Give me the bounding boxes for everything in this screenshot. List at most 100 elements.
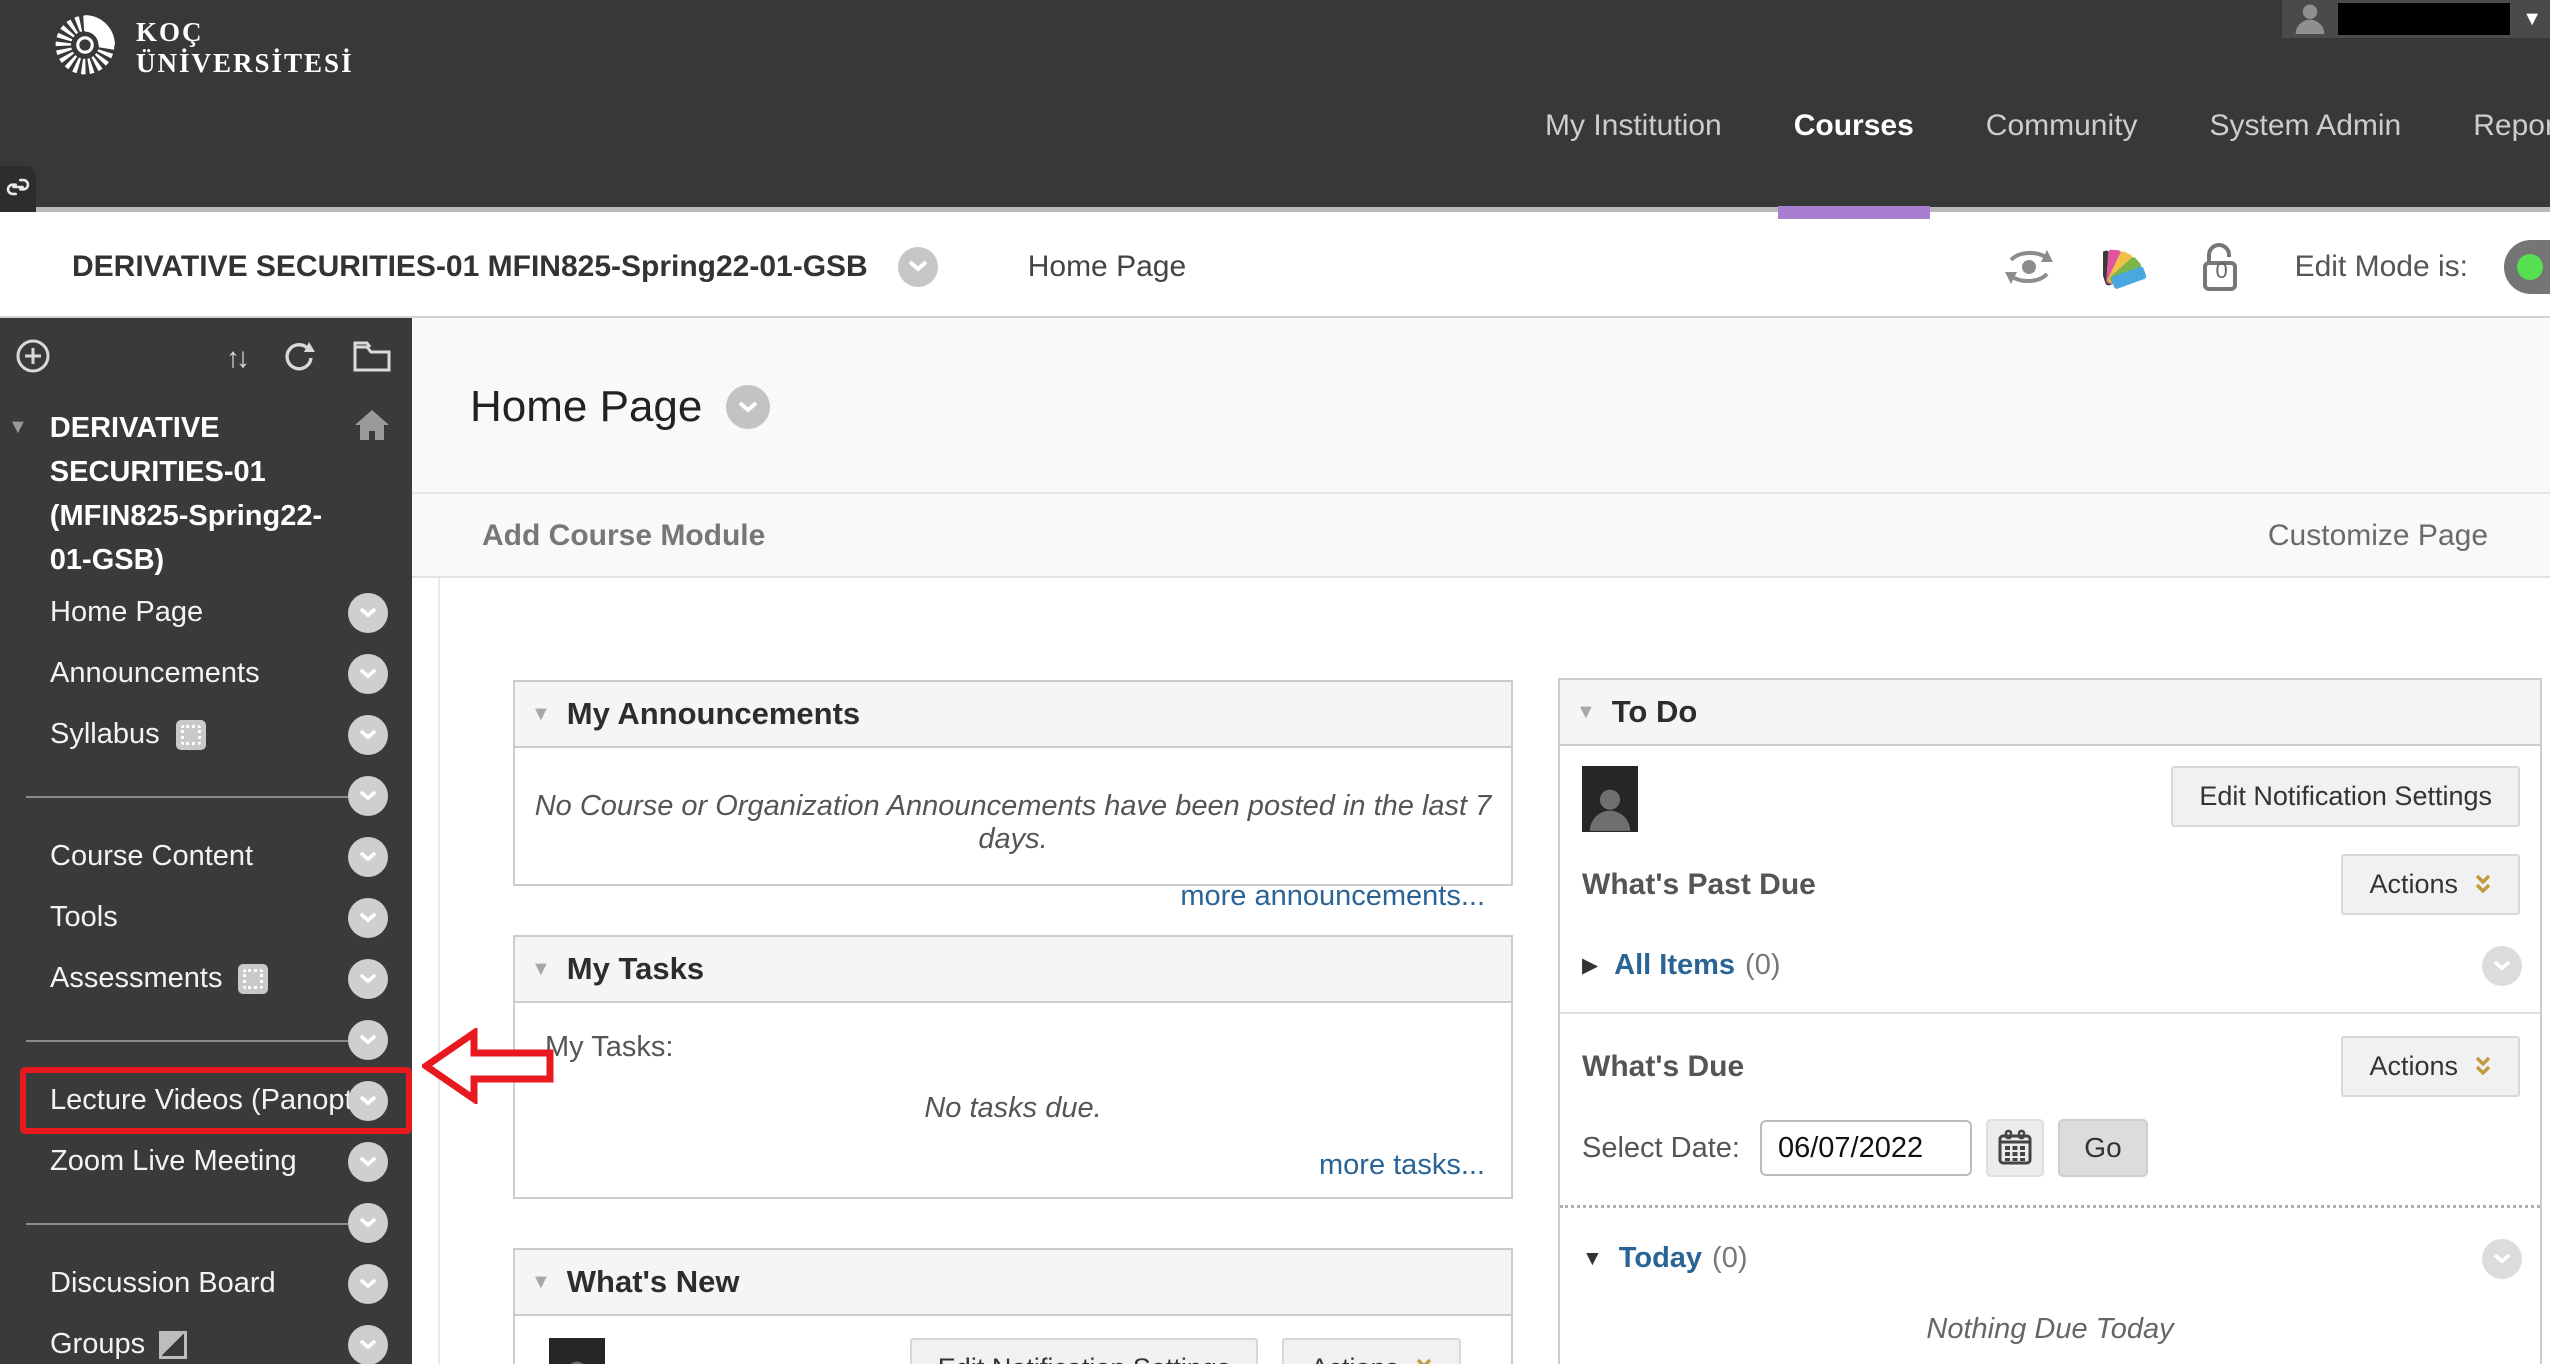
edit-mode-on-dot <box>2517 253 2543 280</box>
divider-options-chevron[interactable] <box>348 1019 388 1060</box>
expand-triangle-icon: ▶ <box>1582 954 1599 977</box>
tab-system-admin[interactable]: System Admin <box>2209 109 2401 143</box>
today-count: (0) <box>1712 1242 1748 1274</box>
collapse-triangle-icon: ▼ <box>531 957 551 980</box>
date-input[interactable] <box>1759 1120 1972 1176</box>
sidebar-item-label: Syllabus <box>50 718 160 750</box>
university-logo[interactable]: KOÇ ÜNİVERSİTESİ <box>52 12 354 83</box>
sidebar-item-home-page[interactable]: Home Page <box>0 582 412 643</box>
more-tasks-link[interactable]: more tasks... <box>515 1149 1511 1182</box>
sidebar-item-announcements[interactable]: Announcements <box>0 643 412 704</box>
item-options-chevron[interactable] <box>348 1324 388 1364</box>
home-icon <box>352 406 392 582</box>
sidebar-item-lecture-videos-panopto[interactable]: Lecture Videos (Panopto) <box>0 1067 412 1134</box>
edit-notification-settings-button[interactable]: Edit Notification Settings <box>909 1338 1259 1364</box>
tab-courses[interactable]: Courses <box>1777 109 1930 219</box>
sidebar-item-label: Course Content <box>50 840 254 872</box>
breadcrumb-current-page: Home Page <box>1027 249 1187 283</box>
hidden-content-icon <box>238 963 269 994</box>
quick-links-tab[interactable] <box>0 166 36 212</box>
row-options-chevron[interactable] <box>2482 1238 2522 1279</box>
my-tasks-module: ▼ My Tasks My Tasks: No tasks due. more … <box>513 935 1513 1199</box>
course-title: DERIVATIVE SECURITIES-01 MFIN825-Spring2… <box>72 249 868 283</box>
go-button[interactable]: Go <box>2057 1119 2148 1177</box>
menu-divider <box>0 765 412 826</box>
content-header-strip: Home Page Add Course Module Customize Pa… <box>412 318 2550 578</box>
collapse-triangle-icon: ▼ <box>1582 1246 1603 1270</box>
row-options-chevron[interactable] <box>2482 945 2522 986</box>
hidden-tool-icon <box>159 1330 188 1359</box>
item-options-chevron[interactable] <box>348 714 388 755</box>
sidebar-item-discussion-board[interactable]: Discussion Board <box>0 1253 412 1314</box>
red-annotation-arrow <box>419 1026 554 1106</box>
sidebar-course-name: DERIVATIVE SECURITIES-01 (MFIN825-Spring… <box>49 412 323 576</box>
reorder-menu-icon[interactable]: ↑↓ <box>226 342 250 374</box>
user-avatar <box>1582 766 1638 832</box>
sidebar-item-course-content[interactable]: Course Content <box>0 826 412 887</box>
user-menu-caret-icon: ▼ <box>2522 7 2542 30</box>
dotted-divider <box>1560 1205 2540 1208</box>
user-avatar-icon <box>2294 0 2326 39</box>
page-title-chevron[interactable] <box>726 385 771 429</box>
tab-my-institution[interactable]: My Institution <box>1545 109 1722 143</box>
item-options-chevron[interactable] <box>348 958 388 999</box>
tab-report[interactable]: Report <box>2473 109 2550 143</box>
page-title-row: Home Page <box>470 382 771 432</box>
divider-options-chevron[interactable] <box>348 775 388 816</box>
today-row[interactable]: ▼ Today (0) <box>1582 1238 2522 1279</box>
module-header[interactable]: ▼ What's New <box>515 1250 1511 1316</box>
collapse-triangle-icon: ▼ <box>531 702 551 725</box>
add-course-module-button[interactable]: Add Course Module <box>482 519 765 553</box>
module-header[interactable]: ▼ To Do <box>1560 680 2540 746</box>
add-menu-item-icon[interactable] <box>14 337 52 380</box>
lock-count: 0 <box>2215 257 2228 283</box>
item-options-chevron[interactable] <box>348 1141 388 1182</box>
module-header[interactable]: ▼ My Tasks <box>515 937 1511 1003</box>
divider-options-chevron[interactable] <box>348 1202 388 1243</box>
sidebar-item-groups[interactable]: Groups <box>0 1314 412 1364</box>
sidebar-item-assessments[interactable]: Assessments <box>0 948 412 1009</box>
actions-button[interactable]: Actions <box>2341 854 2520 915</box>
all-items-row[interactable]: ▶ All Items (0) <box>1582 945 2522 986</box>
actions-button[interactable]: Actions <box>2341 1036 2520 1097</box>
item-options-chevron[interactable] <box>348 653 388 694</box>
sidebar-item-label: Discussion Board <box>50 1267 276 1299</box>
double-chevron-down-icon <box>1416 1358 1432 1364</box>
sidebar-item-label: Assessments <box>50 962 223 994</box>
item-options-chevron[interactable] <box>348 592 388 633</box>
student-preview-icon[interactable] <box>2003 246 2055 288</box>
item-options-chevron[interactable] <box>348 1263 388 1304</box>
sidebar-item-syllabus[interactable]: Syllabus <box>0 704 412 765</box>
sidebar-item-label: Tools <box>50 901 118 933</box>
user-avatar <box>549 1338 605 1364</box>
to-do-module: ▼ To Do Edit Notification Settings What'… <box>1558 678 2542 1364</box>
today-link[interactable]: Today <box>1619 1242 1702 1275</box>
user-menu[interactable]: ▼ <box>2282 0 2550 38</box>
item-options-chevron[interactable] <box>348 897 388 938</box>
sidebar-course-header[interactable]: ▼ DERIVATIVE SECURITIES-01 (MFIN825-Spri… <box>8 406 402 582</box>
calendar-picker-button[interactable] <box>1985 1119 2044 1177</box>
button-label: Actions <box>2369 1051 2458 1081</box>
tab-community[interactable]: Community <box>1986 109 2138 143</box>
sidebar-item-zoom-live-meeting[interactable]: Zoom Live Meeting <box>0 1131 412 1192</box>
double-chevron-down-icon <box>2475 874 2491 893</box>
all-items-link[interactable]: All Items <box>1614 949 1735 982</box>
actions-button[interactable]: Actions <box>1282 1338 1461 1364</box>
sidebar-item-label: Announcements <box>50 657 260 689</box>
unlocked-padlock-icon[interactable]: 0 <box>2197 241 2247 293</box>
module-title: What's New <box>566 1264 740 1299</box>
refresh-menu-icon[interactable] <box>280 337 318 380</box>
module-header[interactable]: ▼ My Announcements <box>515 682 1511 748</box>
edit-notification-settings-button[interactable]: Edit Notification Settings <box>2171 766 2520 827</box>
item-options-chevron[interactable] <box>348 836 388 877</box>
course-menu-chevron[interactable] <box>897 246 938 287</box>
edit-mode-toggle[interactable] <box>2504 239 2550 294</box>
sidebar-item-label: Lecture Videos (Panopto) <box>50 1084 379 1116</box>
customize-page-button[interactable]: Customize Page <box>2268 519 2488 553</box>
item-options-chevron[interactable] <box>348 1080 388 1121</box>
sidebar-item-tools[interactable]: Tools <box>0 887 412 948</box>
sidebar-toolbar: ↑↓ <box>14 338 392 378</box>
theme-palette-icon[interactable] <box>2102 244 2149 290</box>
more-announcements-link[interactable]: more announcements... <box>515 880 1511 913</box>
folder-view-icon[interactable] <box>352 339 392 378</box>
